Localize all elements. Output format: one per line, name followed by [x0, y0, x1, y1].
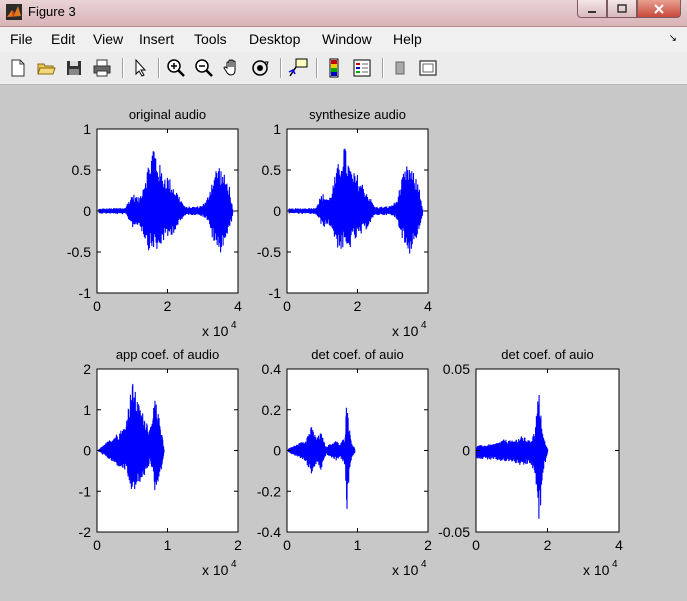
title-bar[interactable]: Figure 3 — [0, 0, 687, 27]
y-tick-label: -2 — [79, 524, 92, 540]
y-tick-label: -1 — [79, 483, 92, 499]
y-tick-label: 0.2 — [262, 402, 282, 418]
menu-view[interactable]: View — [93, 31, 123, 47]
figure-window: Figure 3 File Edit View Insert Tools Des… — [0, 0, 687, 601]
x-tick-label: 1 — [354, 537, 362, 553]
plot-title: original audio — [129, 107, 206, 122]
menu-file[interactable]: File — [10, 31, 33, 47]
x-exponent-power: 4 — [421, 320, 427, 331]
minimize-button[interactable] — [577, 0, 607, 18]
y-tick-label: 0.4 — [262, 361, 282, 377]
y-tick-label: 0 — [83, 443, 91, 459]
x-tick-label: 0 — [93, 298, 101, 314]
y-tick-label: -1 — [269, 285, 282, 301]
x-tick-label: 2 — [234, 537, 242, 553]
x-exponent-label: x 10 — [392, 323, 419, 339]
print-icon[interactable] — [92, 58, 112, 78]
dock-arrow-icon[interactable]: ↘ — [669, 33, 677, 44]
y-tick-label: 0 — [273, 443, 281, 459]
y-tick-label: 1 — [83, 402, 91, 418]
y-tick-label: -0.4 — [257, 524, 281, 540]
x-tick-label: 4 — [234, 298, 242, 314]
y-tick-label: -0.05 — [438, 524, 470, 540]
x-exponent-label: x 10 — [392, 562, 419, 578]
subplots: original audio10.50-0.5-10 2 4x 10 4synthes… — [67, 107, 623, 578]
maximize-button[interactable] — [607, 0, 637, 18]
x-tick-label: 2 — [354, 298, 362, 314]
y-tick-label: -0.5 — [67, 244, 91, 260]
x-exponent-label: x 10 — [202, 323, 229, 339]
edit-plot-arrow-icon[interactable] — [130, 58, 150, 78]
x-exponent-label: x 10 — [583, 562, 610, 578]
plot-title: det coef. of auio — [501, 347, 594, 362]
menu-insert[interactable]: Insert — [139, 31, 174, 47]
x-tick-label: 0 — [283, 537, 291, 553]
y-tick-label: 0.5 — [262, 162, 282, 178]
y-tick-label: 1 — [83, 121, 91, 137]
menu-window[interactable]: Window — [322, 31, 372, 47]
close-button[interactable] — [637, 0, 681, 18]
x-exponent-power: 4 — [231, 559, 237, 570]
y-tick-label: 0 — [273, 203, 281, 219]
new-figure-icon[interactable] — [8, 58, 28, 78]
y-tick-label: -0.5 — [257, 244, 281, 260]
menu-edit[interactable]: Edit — [51, 31, 75, 47]
maximize-icon — [617, 3, 627, 13]
x-exponent-power: 4 — [612, 559, 618, 570]
figure-toolbar — [0, 52, 687, 85]
y-tick-label: 2 — [83, 361, 91, 377]
menu-bar: File Edit View Insert Tools Desktop Wind… — [0, 27, 687, 52]
zoom-in-icon[interactable] — [166, 58, 186, 78]
x-exponent-label: x 10 — [202, 562, 229, 578]
y-tick-label: 0 — [462, 443, 470, 459]
x-exponent-power: 4 — [231, 320, 237, 331]
x-tick-label: 1 — [164, 537, 172, 553]
x-tick-label: 2 — [424, 537, 432, 553]
insert-colorbar-icon[interactable] — [324, 58, 344, 78]
x-tick-label: 4 — [424, 298, 432, 314]
y-tick-label: 0 — [83, 203, 91, 219]
x-exponent-power: 4 — [421, 559, 427, 570]
zoom-out-icon[interactable] — [194, 58, 214, 78]
y-tick-label: 0.5 — [72, 162, 92, 178]
y-tick-label: -0.2 — [257, 483, 281, 499]
data-cursor-icon[interactable] — [288, 58, 308, 78]
x-tick-label: 0 — [283, 298, 291, 314]
x-tick-label: 4 — [615, 537, 623, 553]
open-file-icon[interactable] — [36, 58, 56, 78]
y-tick-label: -1 — [79, 285, 92, 301]
plot-title: det coef. of auio — [311, 347, 404, 362]
close-icon — [654, 3, 664, 14]
plot-title: synthesize audio — [309, 107, 406, 122]
x-tick-label: 2 — [544, 537, 552, 553]
save-icon[interactable] — [64, 58, 84, 78]
figure-canvas[interactable]: original audio 1 0.5 0 -0.5 -1 0 2 4 x 10 4 synthes… — [0, 85, 687, 601]
pan-hand-icon[interactable] — [222, 58, 242, 78]
x-tick-label: 0 — [472, 537, 480, 553]
y-tick-label: 1 — [273, 121, 281, 137]
show-plot-tools-icon[interactable] — [418, 58, 438, 78]
minimize-icon — [588, 10, 596, 13]
matlab-logo-icon — [6, 4, 22, 20]
insert-legend-icon[interactable] — [352, 58, 372, 78]
rotate-3d-icon[interactable] — [250, 58, 270, 78]
menu-help[interactable]: Help — [393, 31, 422, 47]
y-tick-label: 0.05 — [443, 361, 470, 377]
hide-plot-tools-icon[interactable] — [390, 58, 410, 78]
x-tick-label: 0 — [93, 537, 101, 553]
window-title: Figure 3 — [28, 4, 76, 19]
menu-tools[interactable]: Tools — [194, 31, 227, 47]
menu-desktop[interactable]: Desktop — [249, 31, 300, 47]
plot-title: app coef. of audio — [116, 347, 219, 362]
x-tick-label: 2 — [164, 298, 172, 314]
